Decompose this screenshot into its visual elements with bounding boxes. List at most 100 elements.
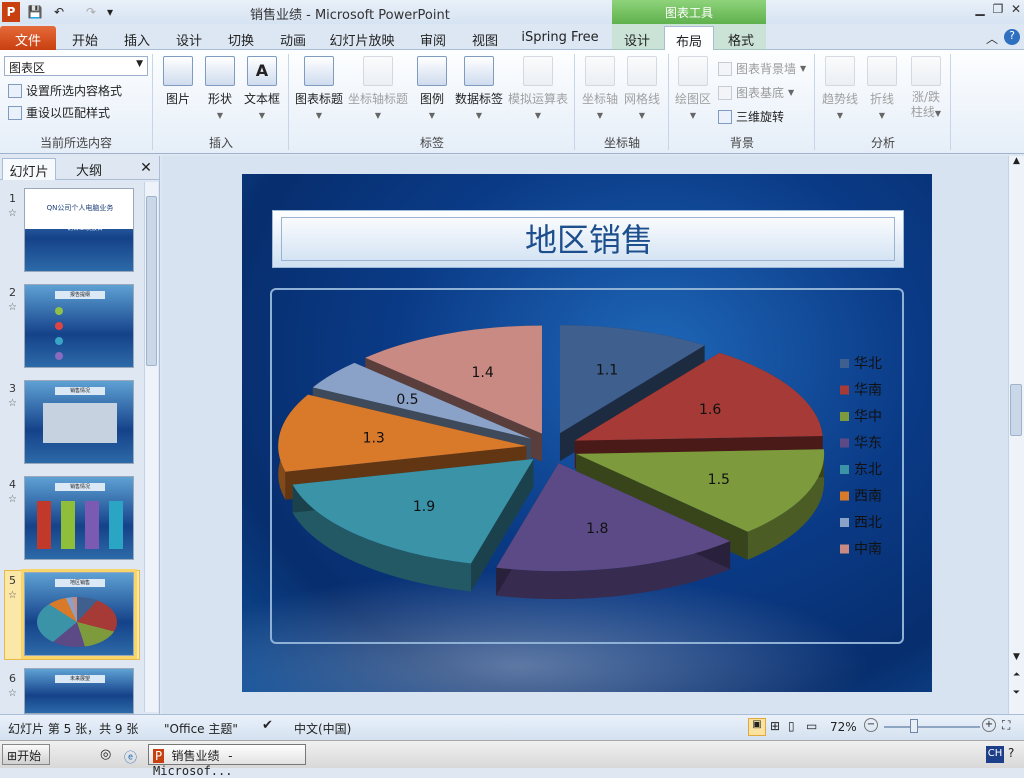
legend-label: 华东: [854, 436, 882, 452]
insert-shapes-button[interactable]: 形状 ▼: [202, 56, 238, 121]
group-separator: [152, 54, 153, 150]
quicklaunch-icon[interactable]: ◎: [100, 747, 111, 762]
slide-number: 3: [9, 382, 16, 395]
gridlines-button[interactable]: 网格线 ▼: [622, 56, 662, 121]
bullet-icon: [55, 322, 63, 330]
transition-star-icon: ☆: [8, 688, 17, 699]
legend-button[interactable]: 图例 ▼: [414, 56, 450, 121]
slide-thumbnail-4[interactable]: 销售情况: [24, 476, 134, 560]
customize-qat-icon[interactable]: ▾: [104, 2, 116, 22]
tab-transitions[interactable]: 切换: [220, 26, 262, 50]
minimize-icon[interactable]: ▁: [972, 2, 988, 18]
tab-slideshow[interactable]: 幻灯片放映: [326, 26, 398, 50]
save-icon[interactable]: 💾: [26, 2, 44, 22]
reset-style-button[interactable]: 重设以匹配样式: [8, 104, 110, 121]
reading-view-icon[interactable]: ▯: [788, 719, 795, 733]
slide-number: 4: [9, 478, 16, 491]
slide-thumbnail-6[interactable]: 未来展望: [24, 668, 134, 714]
scrollbar-thumb[interactable]: [1010, 384, 1022, 436]
language-label[interactable]: 中文(中国): [294, 720, 351, 737]
tab-chart-format[interactable]: 格式: [720, 26, 762, 50]
picture-icon: [163, 56, 193, 86]
slide-thumbnail-3[interactable]: 销售情况: [24, 380, 134, 464]
format-selection-icon: [8, 83, 22, 98]
slide-thumbnail-5[interactable]: 地区销售: [24, 572, 134, 656]
taskbar-powerpoint-button[interactable]: P 销售业绩 - Microsof...: [148, 744, 306, 778]
tab-chart-layout[interactable]: 布局: [664, 26, 714, 50]
close-pane-icon[interactable]: ✕: [136, 158, 156, 180]
legend-swatch: [840, 359, 849, 368]
slide-thumbnail-1[interactable]: QN公司个人电脑业务 ——销售业绩报告: [24, 188, 134, 272]
normal-view-icon[interactable]: ▣: [748, 718, 766, 736]
rotation-3d-button[interactable]: 三维旋转: [718, 108, 784, 125]
legend-label: 华北: [854, 356, 882, 372]
plot-area-button[interactable]: 绘图区 ▼: [672, 56, 714, 121]
updown-bars-button[interactable]: 涨/跌 柱线▼: [904, 56, 948, 121]
zoom-slider[interactable]: [884, 726, 980, 728]
zoom-slider-thumb[interactable]: [910, 719, 918, 733]
tab-slides[interactable]: 幻灯片: [2, 158, 56, 180]
slide-title-box[interactable]: 地区销售: [272, 210, 904, 268]
data-labels-button[interactable]: 数据标签 ▼: [454, 56, 504, 121]
tab-insert[interactable]: 插入: [116, 26, 158, 50]
start-button[interactable]: ⊞开始: [2, 744, 50, 765]
lines-button[interactable]: 折线 ▼: [864, 56, 900, 121]
chart-floor-button[interactable]: 图表基底 ▼: [718, 84, 794, 101]
ime-help-icon[interactable]: ?: [1008, 746, 1014, 760]
tab-ispring[interactable]: iSpring Free: [516, 26, 604, 50]
tab-review[interactable]: 审阅: [412, 26, 454, 50]
previous-slide-icon[interactable]: ⏶: [1009, 670, 1024, 680]
thumb-chart: [43, 403, 117, 443]
zoom-out-icon[interactable]: −: [864, 718, 878, 732]
insert-picture-button[interactable]: 图片: [160, 56, 196, 107]
slide-canvas[interactable]: 地区销售 1.1 1.6 1.5 1.8 1.9 1.3 0.5 1.4 华北 华南 华中 华东 东北西…: [242, 174, 932, 692]
legend-swatch: [840, 465, 849, 474]
trendline-button[interactable]: 趋势线 ▼: [818, 56, 862, 121]
fit-to-window-icon[interactable]: ⛶: [1002, 718, 1010, 733]
tab-animations[interactable]: 动画: [272, 26, 314, 50]
tab-view[interactable]: 视图: [464, 26, 506, 50]
next-slide-icon[interactable]: ⏷: [1009, 688, 1024, 698]
tab-home[interactable]: 开始: [64, 26, 106, 50]
zoom-in-icon[interactable]: +: [982, 718, 996, 732]
close-icon[interactable]: ✕: [1008, 2, 1024, 18]
help-icon[interactable]: ?: [1004, 29, 1020, 45]
format-selection-button[interactable]: 设置所选内容格式: [8, 82, 122, 99]
axes-button[interactable]: 坐标轴 ▼: [580, 56, 620, 121]
slides-scrollbar[interactable]: [144, 182, 158, 712]
slide-sorter-icon[interactable]: ⊞: [770, 719, 780, 733]
undo-icon[interactable]: ↶: [50, 2, 68, 22]
scrollbar-thumb[interactable]: [146, 196, 157, 366]
scroll-up-icon[interactable]: ▲: [1009, 156, 1024, 166]
collapse-ribbon-icon[interactable]: ︿: [984, 30, 1000, 46]
restore-icon[interactable]: ❐: [990, 2, 1006, 18]
tab-file[interactable]: 文件: [0, 26, 56, 50]
zoom-level[interactable]: 72%: [830, 720, 857, 734]
tab-chart-design[interactable]: 设计: [616, 26, 658, 50]
textbox-icon: A: [247, 56, 277, 86]
tab-design[interactable]: 设计: [168, 26, 210, 50]
dropdown-arrow-icon: ▼: [689, 111, 697, 120]
ime-indicator[interactable]: CH: [986, 746, 1004, 763]
tab-outline[interactable]: 大纲: [62, 158, 116, 180]
slide-thumbnail-2[interactable]: 报告提纲: [24, 284, 134, 368]
window-title: 销售业绩 - Microsoft PowerPoint: [250, 8, 450, 23]
dropdown-arrow-icon: ▼: [374, 111, 382, 120]
insert-textbox-button[interactable]: A 文本框 ▼: [242, 56, 282, 121]
chart-wall-label: 图表背景墙: [736, 62, 797, 76]
transition-star-icon: ☆: [8, 398, 17, 409]
redo-icon[interactable]: ↷: [82, 2, 100, 22]
editor-scrollbar[interactable]: ▲ ▼ ⏶ ⏷: [1008, 156, 1024, 714]
chart-area[interactable]: 1.1 1.6 1.5 1.8 1.9 1.3 0.5 1.4 华北 华南 华中 华东 东北 西南 西北 中南: [270, 288, 904, 644]
chart-title-button[interactable]: 图表标题 ▼: [294, 56, 344, 121]
scroll-down-icon[interactable]: ▼: [1009, 652, 1024, 662]
slideshow-view-icon[interactable]: ▭: [806, 719, 817, 733]
data-table-button[interactable]: 模拟运算表 ▼: [506, 56, 570, 121]
chart-element-dropdown[interactable]: 图表区 ▼: [4, 56, 148, 76]
axis-titles-button[interactable]: 坐标轴标题 ▼: [348, 56, 408, 121]
browser-icon[interactable]: ⓔ: [124, 747, 137, 766]
spellcheck-icon[interactable]: ✔: [262, 718, 273, 733]
ribbon: 图表区 ▼ 设置所选内容格式 重设以匹配样式 当前所选内容 图片 形状 ▼ A 文…: [0, 50, 1024, 154]
chart-wall-button[interactable]: 图表背景墙 ▼: [718, 60, 806, 77]
thumb-pie: [37, 597, 117, 647]
